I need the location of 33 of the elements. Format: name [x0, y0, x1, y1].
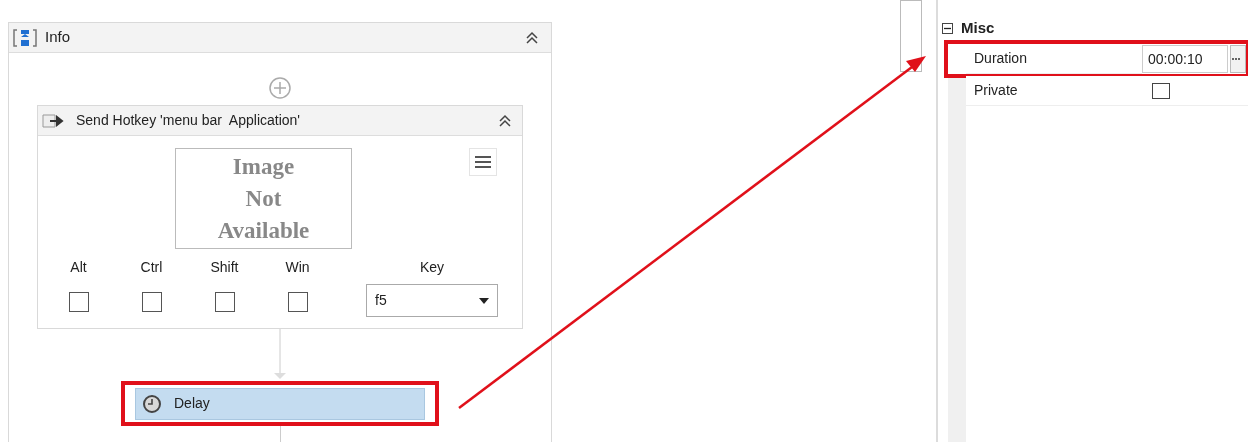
menu-button[interactable]	[469, 148, 497, 176]
modifier-label: Ctrl	[140, 258, 163, 277]
property-name: Private	[966, 76, 1142, 106]
dropdown-arrow-icon	[479, 297, 489, 304]
checkbox[interactable]	[141, 292, 162, 312]
placeholder-text: Available	[217, 216, 310, 245]
checkbox[interactable]	[68, 292, 89, 312]
collapse-icon[interactable]	[525, 30, 539, 45]
key-label: Key	[419, 258, 445, 277]
modifier-label: Alt	[70, 258, 87, 277]
property-name: Duration	[966, 44, 1142, 74]
scrollbar[interactable]	[900, 0, 922, 72]
placeholder-text: Not	[245, 184, 282, 213]
modifier-label: Shift	[210, 258, 239, 277]
menu-icon	[475, 155, 491, 169]
delay-activity[interactable]: Delay	[135, 387, 425, 420]
expand-toggle[interactable]	[942, 22, 953, 34]
checkbox[interactable]	[214, 292, 235, 312]
ellipsis-button[interactable]	[1230, 45, 1246, 73]
modifier-label: Win	[285, 258, 310, 277]
activity-title: Send Hotkey 'menu bar Application'	[76, 111, 301, 130]
sequence-title: Info	[45, 27, 71, 48]
category-header[interactable]: Misc	[938, 16, 1248, 40]
key-dropdown[interactable]: f5	[366, 284, 498, 317]
ellipsis-icon	[1231, 57, 1241, 61]
checkbox[interactable]	[287, 292, 308, 312]
duration-field[interactable]: 00:00:10	[1142, 45, 1228, 73]
clock-icon	[142, 393, 162, 414]
placeholder-text: Image	[232, 152, 295, 181]
checkbox[interactable]	[1152, 82, 1170, 99]
sequence-icon	[13, 27, 37, 48]
collapse-icon[interactable]	[498, 113, 512, 128]
hotkey-icon	[42, 112, 66, 129]
